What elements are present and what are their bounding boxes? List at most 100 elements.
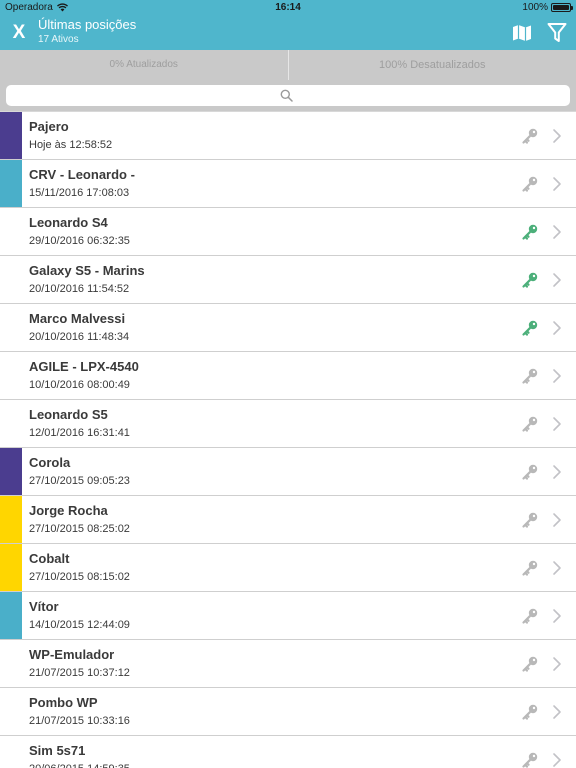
list-item[interactable]: Marco Malvessi 20/10/2016 11:48:34 xyxy=(0,304,576,352)
close-button[interactable]: X xyxy=(8,20,30,46)
key-icon xyxy=(521,415,539,433)
key-icon xyxy=(521,607,539,625)
status-color-bar xyxy=(0,448,22,495)
key-icon xyxy=(521,367,539,385)
device-name: CRV - Leonardo - xyxy=(29,167,135,182)
list-item[interactable]: Leonardo S4 29/10/2016 06:32:35 xyxy=(0,208,576,256)
status-color-bar xyxy=(0,208,22,255)
list-item[interactable]: Galaxy S5 - Marins 20/10/2016 11:54:52 xyxy=(0,256,576,304)
status-color-bar xyxy=(0,688,22,735)
filter-icon[interactable] xyxy=(547,22,567,44)
device-name: Marco Malvessi xyxy=(29,311,126,326)
list-item[interactable]: WP-Emulador 21/07/2015 10:37:12 xyxy=(0,640,576,688)
key-icon xyxy=(521,511,539,529)
chevron-right-icon[interactable] xyxy=(551,751,563,768)
battery-icon xyxy=(551,3,573,12)
last-position-date: 27/10/2015 08:15:02 xyxy=(29,571,130,583)
list-item[interactable]: Corola 27/10/2015 09:05:23 xyxy=(0,448,576,496)
last-position-date: 27/10/2015 08:25:02 xyxy=(29,523,130,535)
last-position-date: 20/10/2016 11:48:34 xyxy=(29,331,130,343)
last-position-date: 14/10/2015 12:44:09 xyxy=(29,619,130,631)
key-icon xyxy=(521,703,539,721)
search-icon xyxy=(280,89,293,102)
device-name: Leonardo S4 xyxy=(29,215,108,230)
map-icon[interactable] xyxy=(512,23,532,43)
chevron-right-icon[interactable] xyxy=(551,415,563,433)
chevron-right-icon[interactable] xyxy=(551,511,563,529)
chevron-right-icon[interactable] xyxy=(551,607,563,625)
status-color-bar xyxy=(0,304,22,351)
status-color-bar xyxy=(0,352,22,399)
status-bar: Operadora 16:14 100% xyxy=(0,0,576,16)
chevron-right-icon[interactable] xyxy=(551,271,563,289)
chevron-right-icon[interactable] xyxy=(551,319,563,337)
list-item[interactable]: Vítor 14/10/2015 12:44:09 xyxy=(0,592,576,640)
list-item[interactable]: Pombo WP 21/07/2015 10:33:16 xyxy=(0,688,576,736)
last-position-date: 27/10/2015 09:05:23 xyxy=(29,475,130,487)
status-color-bar xyxy=(0,112,22,159)
key-icon xyxy=(521,655,539,673)
last-position-date: Hoje às 12:58:52 xyxy=(29,139,113,151)
chevron-right-icon[interactable] xyxy=(551,655,563,673)
status-time: 16:14 xyxy=(275,2,301,13)
status-color-bar xyxy=(0,400,22,447)
status-color-bar xyxy=(0,640,22,687)
status-color-bar xyxy=(0,544,22,591)
segment-outdated[interactable]: 100% Desatualizados xyxy=(289,50,576,80)
chevron-right-icon[interactable] xyxy=(551,559,563,577)
device-name: Cobalt xyxy=(29,551,70,566)
key-icon xyxy=(521,223,539,241)
device-list: Pajero Hoje às 12:58:52 CRV - Leonardo - 15… xyxy=(0,111,576,768)
last-position-date: 29/10/2016 06:32:35 xyxy=(29,235,130,247)
last-position-date: 21/07/2015 10:37:12 xyxy=(29,667,130,679)
list-item[interactable]: Pajero Hoje às 12:58:52 xyxy=(0,112,576,160)
device-name: Pombo WP xyxy=(29,695,98,710)
status-color-bar xyxy=(0,496,22,543)
chevron-right-icon[interactable] xyxy=(551,463,563,481)
list-item[interactable]: AGILE - LPX-4540 10/10/2016 08:00:49 xyxy=(0,352,576,400)
key-icon xyxy=(521,559,539,577)
chevron-right-icon[interactable] xyxy=(551,127,563,145)
device-name: AGILE - LPX-4540 xyxy=(29,359,139,374)
status-segmented-control: 0% Atualizados 100% Desatualizados xyxy=(0,50,576,80)
last-position-date: 10/10/2016 08:00:49 xyxy=(29,379,130,391)
status-color-bar xyxy=(0,256,22,303)
list-item[interactable]: CRV - Leonardo - 15/11/2016 17:08:03 xyxy=(0,160,576,208)
device-name: Sim 5s71 xyxy=(29,743,86,758)
list-item[interactable]: Sim 5s71 20/06/2015 14:59:35 xyxy=(0,736,576,768)
chevron-right-icon[interactable] xyxy=(551,223,563,241)
status-color-bar xyxy=(0,160,22,207)
device-name: Leonardo S5 xyxy=(29,407,108,422)
key-icon xyxy=(521,319,539,337)
list-item[interactable]: Leonardo S5 12/01/2016 16:31:41 xyxy=(0,400,576,448)
device-name: Galaxy S5 - Marins xyxy=(29,263,145,278)
device-name: WP-Emulador xyxy=(29,647,115,662)
last-position-date: 20/06/2015 14:59:35 xyxy=(29,763,130,768)
last-position-date: 15/11/2016 17:08:03 xyxy=(29,187,130,199)
status-color-bar xyxy=(0,736,22,768)
list-item[interactable]: Jorge Rocha 27/10/2015 08:25:02 xyxy=(0,496,576,544)
key-icon xyxy=(521,463,539,481)
device-name: Pajero xyxy=(29,119,69,134)
nav-bar: X Últimas posições 17 Ativos xyxy=(0,16,576,50)
page-title: Últimas posições xyxy=(38,17,137,32)
segment-updated[interactable]: 0% Atualizados xyxy=(0,50,288,80)
device-name: Vítor xyxy=(29,599,59,614)
search-input[interactable] xyxy=(6,85,570,106)
battery-percent: 100% xyxy=(522,2,548,13)
key-icon xyxy=(521,175,539,193)
last-position-date: 12/01/2016 16:31:41 xyxy=(29,427,130,439)
status-color-bar xyxy=(0,592,22,639)
battery-group: 100% xyxy=(522,2,573,13)
list-item[interactable]: Cobalt 27/10/2015 08:15:02 xyxy=(0,544,576,592)
page-subtitle: 17 Ativos xyxy=(38,34,79,45)
device-name: Corola xyxy=(29,455,71,470)
search-bar xyxy=(0,80,576,112)
key-icon xyxy=(521,751,539,768)
chevron-right-icon[interactable] xyxy=(551,367,563,385)
key-icon xyxy=(521,271,539,289)
chevron-right-icon[interactable] xyxy=(551,175,563,193)
chevron-right-icon[interactable] xyxy=(551,703,563,721)
device-name: Jorge Rocha xyxy=(29,503,108,518)
key-icon xyxy=(521,127,539,145)
